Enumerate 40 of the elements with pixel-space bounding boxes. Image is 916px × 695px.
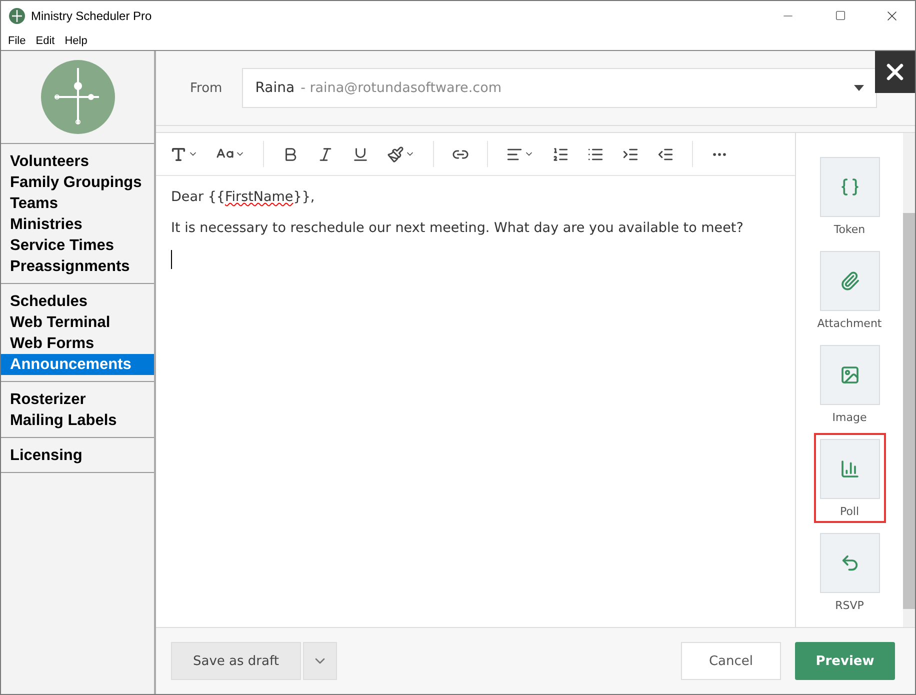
reply-icon — [840, 553, 860, 573]
sidebar-item[interactable]: Web Forms — [1, 333, 154, 354]
caret-icon — [854, 85, 864, 91]
menu-item[interactable]: Edit — [36, 35, 55, 50]
menu-item[interactable]: Help — [64, 35, 88, 50]
sidebar-item[interactable]: Web Terminal — [1, 312, 154, 333]
from-label: From — [190, 80, 222, 96]
underline-icon[interactable] — [352, 146, 369, 162]
app-logo-icon — [9, 8, 25, 24]
image-icon — [840, 365, 860, 385]
cancel-button[interactable]: Cancel — [681, 642, 781, 680]
clock-logo-icon — [40, 60, 114, 134]
sidebar-item[interactable]: Preassignments — [1, 256, 154, 277]
sidebar-item[interactable]: Mailing Labels — [1, 410, 154, 431]
window-title: Ministry Scheduler Pro — [31, 8, 153, 22]
braces-icon — [840, 177, 860, 197]
text-cursor — [171, 250, 172, 269]
preview-button[interactable]: Preview — [795, 642, 895, 680]
sidebar-item[interactable]: Volunteers — [1, 151, 154, 172]
sidebar-item[interactable]: Service Times — [1, 235, 154, 256]
menu-item[interactable]: File — [8, 35, 26, 50]
sidebar-item[interactable]: Ministries — [1, 214, 154, 235]
sidebar-item[interactable]: Announcements — [1, 354, 154, 375]
paintbrush-icon[interactable] — [387, 146, 415, 162]
font-icon[interactable] — [170, 146, 198, 162]
numbered-list-icon[interactable] — [552, 146, 569, 162]
sidebar-item[interactable]: Teams — [1, 193, 154, 214]
save-draft-button[interactable]: Save as draft — [171, 642, 301, 680]
bar-chart-icon — [840, 459, 860, 479]
sidebar-item[interactable]: Rosterizer — [1, 389, 154, 410]
sidebar-item[interactable]: Licensing — [1, 445, 154, 466]
close-icon[interactable] — [875, 51, 915, 93]
sidebar-item[interactable]: Schedules — [1, 291, 154, 312]
scrollbar-thumb[interactable] — [903, 213, 915, 609]
paperclip-icon — [840, 271, 860, 291]
from-dropdown[interactable]: Raina - raina@rotundasoftware.com — [242, 68, 877, 108]
greeting-text: Dear {{FirstName}}, — [171, 188, 316, 206]
italic-icon[interactable] — [317, 146, 334, 162]
body-text: It is necessary to reschedule our next meeting. What day are you available to meet? — [171, 219, 744, 237]
sidebar-item[interactable]: Family Groupings — [1, 172, 154, 193]
